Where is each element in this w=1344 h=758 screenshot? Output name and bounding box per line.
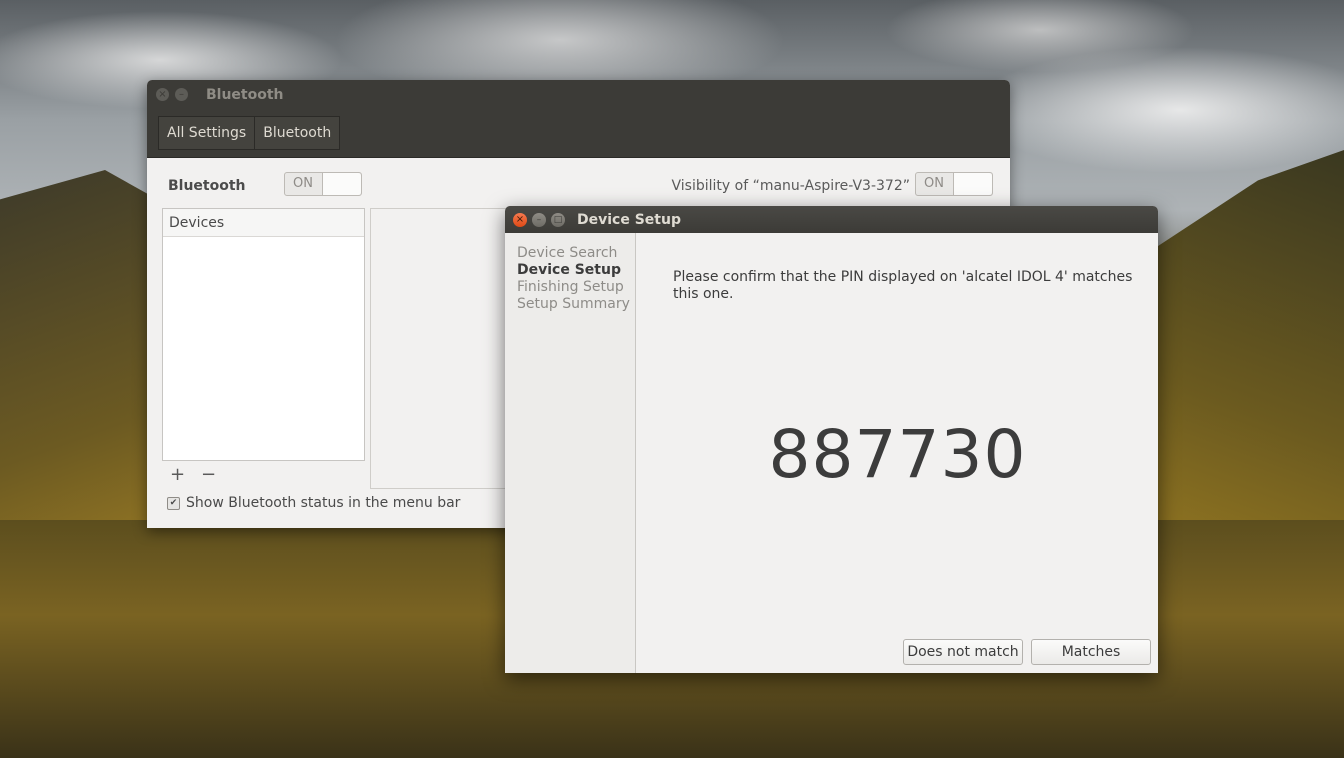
breadcrumb-bluetooth[interactable]: Bluetooth — [255, 116, 341, 150]
bluetooth-power-switch[interactable]: ON — [284, 172, 362, 196]
visibility-label: Visibility of “manu-Aspire-V3-372” — [671, 178, 910, 194]
checkbox-checked-icon[interactable]: ✔ — [167, 496, 180, 510]
setup-steps-sidebar: Device Search Device Setup Finishing Set… — [505, 233, 636, 673]
switch-state-label: ON — [293, 176, 313, 191]
show-status-label: Show Bluetooth status in the menu bar — [186, 495, 461, 511]
show-status-option[interactable]: ✔ Show Bluetooth status in the menu bar — [167, 495, 460, 511]
breadcrumb-all-settings[interactable]: All Settings — [158, 116, 256, 150]
step-finishing-setup: Finishing Setup — [517, 279, 624, 295]
dialog-titlebar: × – □ Device Setup — [505, 206, 1158, 233]
close-icon[interactable]: × — [156, 88, 169, 101]
close-icon[interactable]: × — [513, 212, 527, 227]
bluetooth-titlebar: × – Bluetooth — [147, 80, 1010, 109]
device-setup-dialog: × – □ Device Setup Device Search Device … — [505, 206, 1158, 673]
bluetooth-label: Bluetooth — [168, 178, 246, 194]
pin-code: 887730 — [768, 416, 1027, 493]
maximize-icon[interactable]: □ — [551, 212, 565, 227]
dialog-title: Device Setup — [577, 211, 681, 228]
step-setup-summary: Setup Summary — [517, 296, 630, 312]
add-icon[interactable]: + — [170, 464, 185, 485]
visibility-switch[interactable]: ON — [915, 172, 993, 196]
step-device-search: Device Search — [517, 245, 618, 261]
bluetooth-power-row: Bluetooth ON Visibility of “manu-Aspire-… — [147, 172, 1010, 202]
pin-confirm-message: Please confirm that the PIN displayed on… — [673, 269, 1133, 302]
settings-toolbar: All Settings Bluetooth — [147, 109, 1010, 158]
window-title: Bluetooth — [206, 86, 284, 103]
switch-state-label: ON — [924, 176, 944, 191]
minimize-icon[interactable]: – — [532, 212, 546, 227]
switch-knob — [953, 173, 992, 195]
does-not-match-button[interactable]: Does not match — [903, 639, 1023, 665]
step-device-setup: Device Setup — [517, 262, 621, 278]
switch-knob — [322, 173, 361, 195]
minimize-icon[interactable]: – — [175, 88, 188, 101]
matches-button[interactable]: Matches — [1031, 639, 1151, 665]
devices-header: Devices — [163, 209, 364, 237]
devices-list[interactable]: Devices — [162, 208, 365, 461]
remove-icon[interactable]: − — [201, 464, 216, 485]
